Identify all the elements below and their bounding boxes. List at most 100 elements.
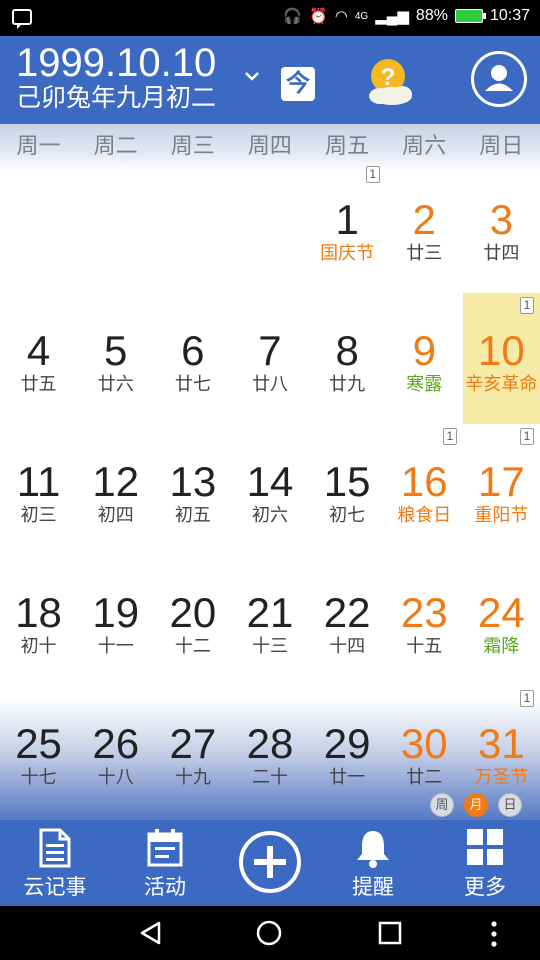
wifi-icon: ◠	[334, 8, 348, 25]
svg-text:?: ?	[381, 64, 396, 91]
lunar-day-label: 粮食日	[397, 505, 452, 525]
calendar-day[interactable]: 26 十八	[77, 686, 154, 817]
event-count-badge: 1	[519, 297, 534, 314]
day-number: 15	[323, 458, 371, 505]
calendar-day[interactable]: 2 廿三	[386, 162, 463, 293]
lunar-day-label: 十三	[251, 636, 288, 656]
cloud-notes-label: 云记事	[23, 876, 87, 899]
calendar-day[interactable]: 11 初三	[0, 424, 77, 555]
day-view-button[interactable]: 日	[498, 793, 522, 817]
calendar-day[interactable]: 15 初七	[309, 424, 386, 555]
lunar-day-label: 廿一	[329, 767, 366, 787]
lunar-day-label: 重阳节	[474, 505, 529, 525]
status-bar: 🎧 ⏰ ◠ 4G ▂▄▆ 88% 10:37	[0, 0, 540, 36]
calendar-day[interactable]: 18 初十	[0, 555, 77, 686]
calendar-day[interactable]: 23 十五	[386, 555, 463, 686]
day-number: 29	[323, 720, 371, 767]
calendar-day[interactable]: 7 廿八	[231, 293, 308, 424]
weather-unknown-icon[interactable]: ?	[362, 56, 418, 108]
calendar-day-selected[interactable]: 1 10 辛亥革命	[462, 293, 540, 424]
user-avatar-button[interactable]	[471, 51, 527, 107]
calendar-day[interactable]: 1 1 国庆节	[309, 162, 386, 293]
calendar-day[interactable]: 19 十一	[77, 555, 154, 686]
signal-icon: ▂▄▆	[375, 8, 409, 25]
calendar-day[interactable]: 6 廿七	[154, 293, 231, 424]
message-icon	[12, 9, 32, 29]
lunar-day-label: 廿七	[174, 374, 211, 394]
lunar-day-label: 十四	[329, 636, 366, 656]
day-number: 24	[478, 589, 525, 636]
lunar-day-label: 十二	[174, 636, 211, 656]
calendar-day[interactable]: 3 廿四	[463, 162, 540, 293]
calendar-day[interactable]: 24 霜降	[463, 555, 540, 686]
system-navigation-bar	[0, 906, 540, 960]
view-mode-toggle: 周月日	[430, 793, 522, 817]
week-view-button[interactable]: 周	[430, 793, 454, 817]
day-number: 16	[400, 458, 448, 505]
day-number: 1	[335, 196, 359, 243]
lunar-day-label: 十一	[97, 636, 134, 656]
calendar-day[interactable]: 27 十九	[154, 686, 231, 817]
activity-button[interactable]: 活动	[122, 820, 208, 906]
reminder-label: 提醒	[352, 876, 394, 899]
day-number: 13	[169, 458, 217, 505]
calendar-day[interactable]: 21 十三	[231, 555, 308, 686]
current-date[interactable]: 1999.10.10	[16, 40, 216, 86]
calendar-day[interactable]: 28 二十	[231, 686, 308, 817]
calendar-day[interactable]: 13 初五	[154, 424, 231, 555]
more-button[interactable]: 更多	[442, 820, 528, 906]
calendar-day[interactable]: 14 初六	[231, 424, 308, 555]
cloud-notes-button[interactable]: 云记事	[10, 820, 100, 906]
lunar-day-label: 辛亥革命	[465, 374, 538, 394]
calendar-day[interactable]: 20 十二	[154, 555, 231, 686]
battery-percent: 88%	[415, 7, 448, 24]
month-view-button[interactable]: 月	[464, 793, 488, 817]
calendar-day[interactable]: 1 16 粮食日	[386, 424, 463, 555]
grid-icon	[467, 829, 503, 865]
calendar-day[interactable]: 12 初四	[77, 424, 154, 555]
event-count-badge: 1	[519, 428, 534, 445]
network-label: 4G	[354, 10, 369, 22]
home-icon[interactable]	[256, 920, 282, 946]
more-vertical-icon[interactable]	[484, 920, 504, 948]
lunar-day-label: 二十	[251, 767, 288, 787]
chevron-down-icon[interactable]	[244, 68, 260, 84]
user-icon	[485, 65, 513, 91]
lunar-day-label: 初五	[174, 505, 211, 525]
day-number: 4	[26, 327, 51, 374]
calendar-day[interactable]: 8 廿九	[309, 293, 386, 424]
day-number: 18	[15, 589, 62, 636]
calendar-day[interactable]: 4 廿五	[0, 293, 77, 424]
reminder-button[interactable]: 提醒	[330, 820, 416, 906]
day-number: 3	[489, 196, 514, 243]
day-number: 2	[412, 196, 436, 243]
calendar-day[interactable]: 1 17 重阳节	[463, 424, 540, 555]
day-number: 6	[181, 327, 205, 374]
day-number: 21	[246, 589, 294, 636]
more-label: 更多	[464, 876, 506, 899]
add-button[interactable]	[236, 820, 304, 906]
lunar-date[interactable]: 己卯兔年九月初二	[16, 82, 216, 114]
alarm-icon: ⏰	[309, 8, 328, 25]
day-number: 23	[400, 589, 448, 636]
calendar-day[interactable]: 22 十四	[309, 555, 386, 686]
month-calendar-grid: 1 1 国庆节 2 廿三 3 廿四 4 廿五 5 廿六 6 廿七 7 廿八 8 廿九 9 寒露 1 10 辛亥革命 11 初三…	[0, 162, 540, 817]
day-number: 26	[92, 720, 140, 767]
lunar-day-label: 国庆节	[320, 243, 375, 263]
day-number: 9	[412, 327, 436, 374]
lunar-day-label: 初七	[329, 505, 366, 525]
lunar-day-label: 廿六	[97, 374, 134, 394]
today-button[interactable]: 今	[281, 67, 315, 101]
calendar-day[interactable]: 29 廿一	[309, 686, 386, 817]
lunar-day-label: 廿九	[329, 374, 366, 394]
day-number: 28	[246, 720, 294, 767]
lunar-day-label: 霜降	[483, 636, 520, 656]
recent-apps-icon[interactable]	[377, 920, 403, 946]
calendar-day[interactable]: 9 寒露	[386, 293, 463, 424]
calendar-day[interactable]: 25 十七	[0, 686, 77, 817]
lunar-day-label: 十七	[20, 767, 57, 787]
calendar-day[interactable]: 5 廿六	[77, 293, 154, 424]
back-icon[interactable]	[138, 920, 164, 946]
day-number: 7	[258, 327, 282, 374]
day-number: 27	[169, 720, 217, 767]
